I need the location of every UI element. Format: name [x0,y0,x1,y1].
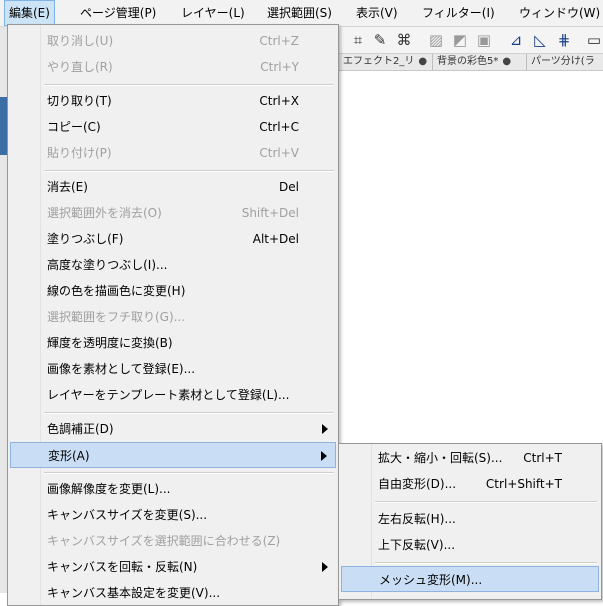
pattern-icon[interactable]: ▣ [476,32,492,48]
window-icon[interactable]: ▭ [586,32,602,48]
menu-item-label: 左右反転(H)... [378,512,456,526]
menu-item-label: キャンバスを回転・反転(N) [47,560,198,574]
transform-icon[interactable]: ⌘ [396,32,412,48]
menu-item-canvas-basic-settings[interactable]: キャンバス基本設定を変更(V)... [10,580,336,606]
menu-separator [375,501,597,503]
menu-item-label: やり直し(R) [47,60,113,74]
menu-item-copy[interactable]: コピー(C) Ctrl+C [10,114,336,140]
menu-item-label: 取り消し(U) [47,34,114,48]
tab-label: 背景の彩色5* [437,56,499,67]
menu-separator [44,412,334,414]
menu-item-shortcut: Shift+Del [241,206,299,220]
menu-item-undo[interactable]: 取り消し(U) Ctrl+Z [10,28,336,54]
brush-icon[interactable]: ✎ [372,32,388,48]
menu-item-label: キャンバス基本設定を変更(V)... [47,586,221,600]
tab-label: エフェクト2_リ [343,56,415,67]
menu-item-rotate-flip-canvas[interactable]: キャンバスを回転・反転(N) [10,554,336,580]
menu-separator [44,84,334,86]
menu-item-transform[interactable]: 変形(A) [10,442,336,468]
menu-item-label: キャンバスサイズを変更(S)... [47,508,208,522]
pattern-icon[interactable]: ▨ [428,32,444,48]
menu-item-label: 線の色を描画色に変更(H) [47,284,186,298]
menu-item-label: 拡大・縮小・回転(S)... [378,451,503,465]
menubar: 編集(E) ページ管理(P) レイヤー(L) 選択範囲(S) 表示(V) フィル… [0,0,603,27]
menu-item-label: 画像を素材として登録(E)... [47,362,196,376]
menu-item-redo[interactable]: やり直し(R) Ctrl+Y [10,54,336,80]
menu-item-label: 塗りつぶし(F) [47,232,124,246]
menu-item-label: 高度な塗りつぶし(I)... [47,258,168,272]
menu-item-change-resolution[interactable]: 画像解像度を変更(L)... [10,476,336,502]
menu-item-register-image-material[interactable]: 画像を素材として登録(E)... [10,356,336,382]
menu-separator [44,472,334,474]
menu-item-fill[interactable]: 塗りつぶし(F) Alt+Del [10,226,336,252]
menu-selection[interactable]: 選択範囲(S) [263,0,336,26]
menu-view[interactable]: 表示(V) [352,0,402,26]
menu-item-advanced-fill[interactable]: 高度な塗りつぶし(I)... [10,252,336,278]
menu-item-label: 選択範囲外を消去(O) [47,206,162,220]
menu-item-label: 消去(E) [47,180,88,194]
menu-item-clear-outside[interactable]: 選択範囲外を消去(O) Shift+Del [10,200,336,226]
selection-icon[interactable]: ⌗ [350,32,366,48]
menu-item-label: 貼り付け(P) [47,146,112,160]
tab-close-icon[interactable]: ● [418,56,427,67]
menu-item-label: 変形(A) [48,449,90,463]
menu-item-fit-canvas-to-selection[interactable]: キャンバスサイズを選択範囲に合わせる(Z) [10,528,336,554]
menu-item-luminance-to-opacity[interactable]: 輝度を透明度に変換(B) [10,330,336,356]
menu-item-shortcut: Ctrl+Z [259,34,299,48]
menu-item-label: 自由変形(D)... [378,477,457,491]
grid-icon[interactable]: ⋕ [556,32,572,48]
menu-item-paste[interactable]: 貼り付け(P) Ctrl+V [10,140,336,166]
menu-item-register-layer-template[interactable]: レイヤーをテンプレート素材として登録(L)... [10,382,336,408]
menu-item-label: 上下反転(V)... [378,538,456,552]
menu-item-shortcut: Ctrl+V [259,146,299,160]
menu-item-label: 切り取り(T) [47,94,112,108]
document-tab[interactable]: パーツ分け(ラ [526,54,603,70]
menu-item-scale-rotate[interactable]: 拡大・縮小・回転(S)... Ctrl+T [341,445,599,471]
menu-separator [375,562,597,564]
menu-item-shortcut: Ctrl+X [259,94,299,108]
menu-separator [44,170,334,172]
menu-item-flip-vertical[interactable]: 上下反転(V)... [341,532,599,558]
menu-item-label: 画像解像度を変更(L)... [47,482,171,496]
menu-item-tonal-correction[interactable]: 色調補正(D) [10,416,336,442]
document-tab[interactable]: 背景の彩色5* ● [432,54,529,70]
menu-item-border-selection[interactable]: 選択範囲をフチ取り(G)... [10,304,336,330]
submenu-arrow-icon [322,562,328,572]
tab-label: パーツ分け(ラ [531,56,595,67]
menu-item-label: メッシュ変形(M)... [379,573,483,587]
menu-item-free-transform[interactable]: 自由変形(D)... Ctrl+Shift+T [341,471,599,497]
menu-item-shortcut: Ctrl+Y [260,60,299,74]
menu-item-shortcut: Alt+Del [252,232,299,246]
tab-close-icon[interactable]: ● [502,56,511,67]
menu-item-shortcut: Ctrl+Shift+T [485,477,562,491]
menu-layer[interactable]: レイヤー(L) [177,0,249,26]
menu-filter[interactable]: フィルター(I) [418,0,499,26]
menu-item-cut[interactable]: 切り取り(T) Ctrl+X [10,88,336,114]
menu-item-label: 色調補正(D) [47,422,114,436]
submenu-arrow-icon [322,424,328,434]
document-tab[interactable]: エフェクト2_リ ● [338,54,435,70]
menu-edit[interactable]: 編集(E) [4,0,55,26]
menu-item-change-canvas-size[interactable]: キャンバスサイズを変更(S)... [10,502,336,528]
submenu-arrow-icon [321,451,327,461]
menu-item-shortcut: Ctrl+T [523,451,562,465]
transform-submenu: 拡大・縮小・回転(S)... Ctrl+T 自由変形(D)... Ctrl+Shif… [338,443,602,600]
menu-item-change-line-color[interactable]: 線の色を描画色に変更(H) [10,278,336,304]
menu-item-label: 輝度を透明度に変換(B) [47,336,173,350]
menu-item-flip-horizontal[interactable]: 左右反転(H)... [341,506,599,532]
menu-item-mesh-transform[interactable]: メッシュ変形(M)... [341,566,599,592]
menu-item-clear[interactable]: 消去(E) Del [10,174,336,200]
menu-page-management[interactable]: ページ管理(P) [76,0,160,26]
menu-item-label: 選択範囲をフチ取り(G)... [47,310,186,324]
menu-item-shortcut: Ctrl+C [259,120,299,134]
ruler-icon[interactable]: ◺ [532,32,548,48]
menu-window[interactable]: ウィンドウ(W) [515,0,603,26]
pattern-icon[interactable]: ◩ [452,32,468,48]
ruler-icon[interactable]: ⊿ [508,32,524,48]
menu-item-label: レイヤーをテンプレート素材として登録(L)... [47,388,290,402]
menu-item-label: コピー(C) [47,120,101,134]
menu-item-label: キャンバスサイズを選択範囲に合わせる(Z) [47,534,281,548]
edit-menu: 取り消し(U) Ctrl+Z やり直し(R) Ctrl+Y 切り取り(T) Ctrl+… [7,24,339,606]
menu-item-shortcut: Del [279,180,299,194]
